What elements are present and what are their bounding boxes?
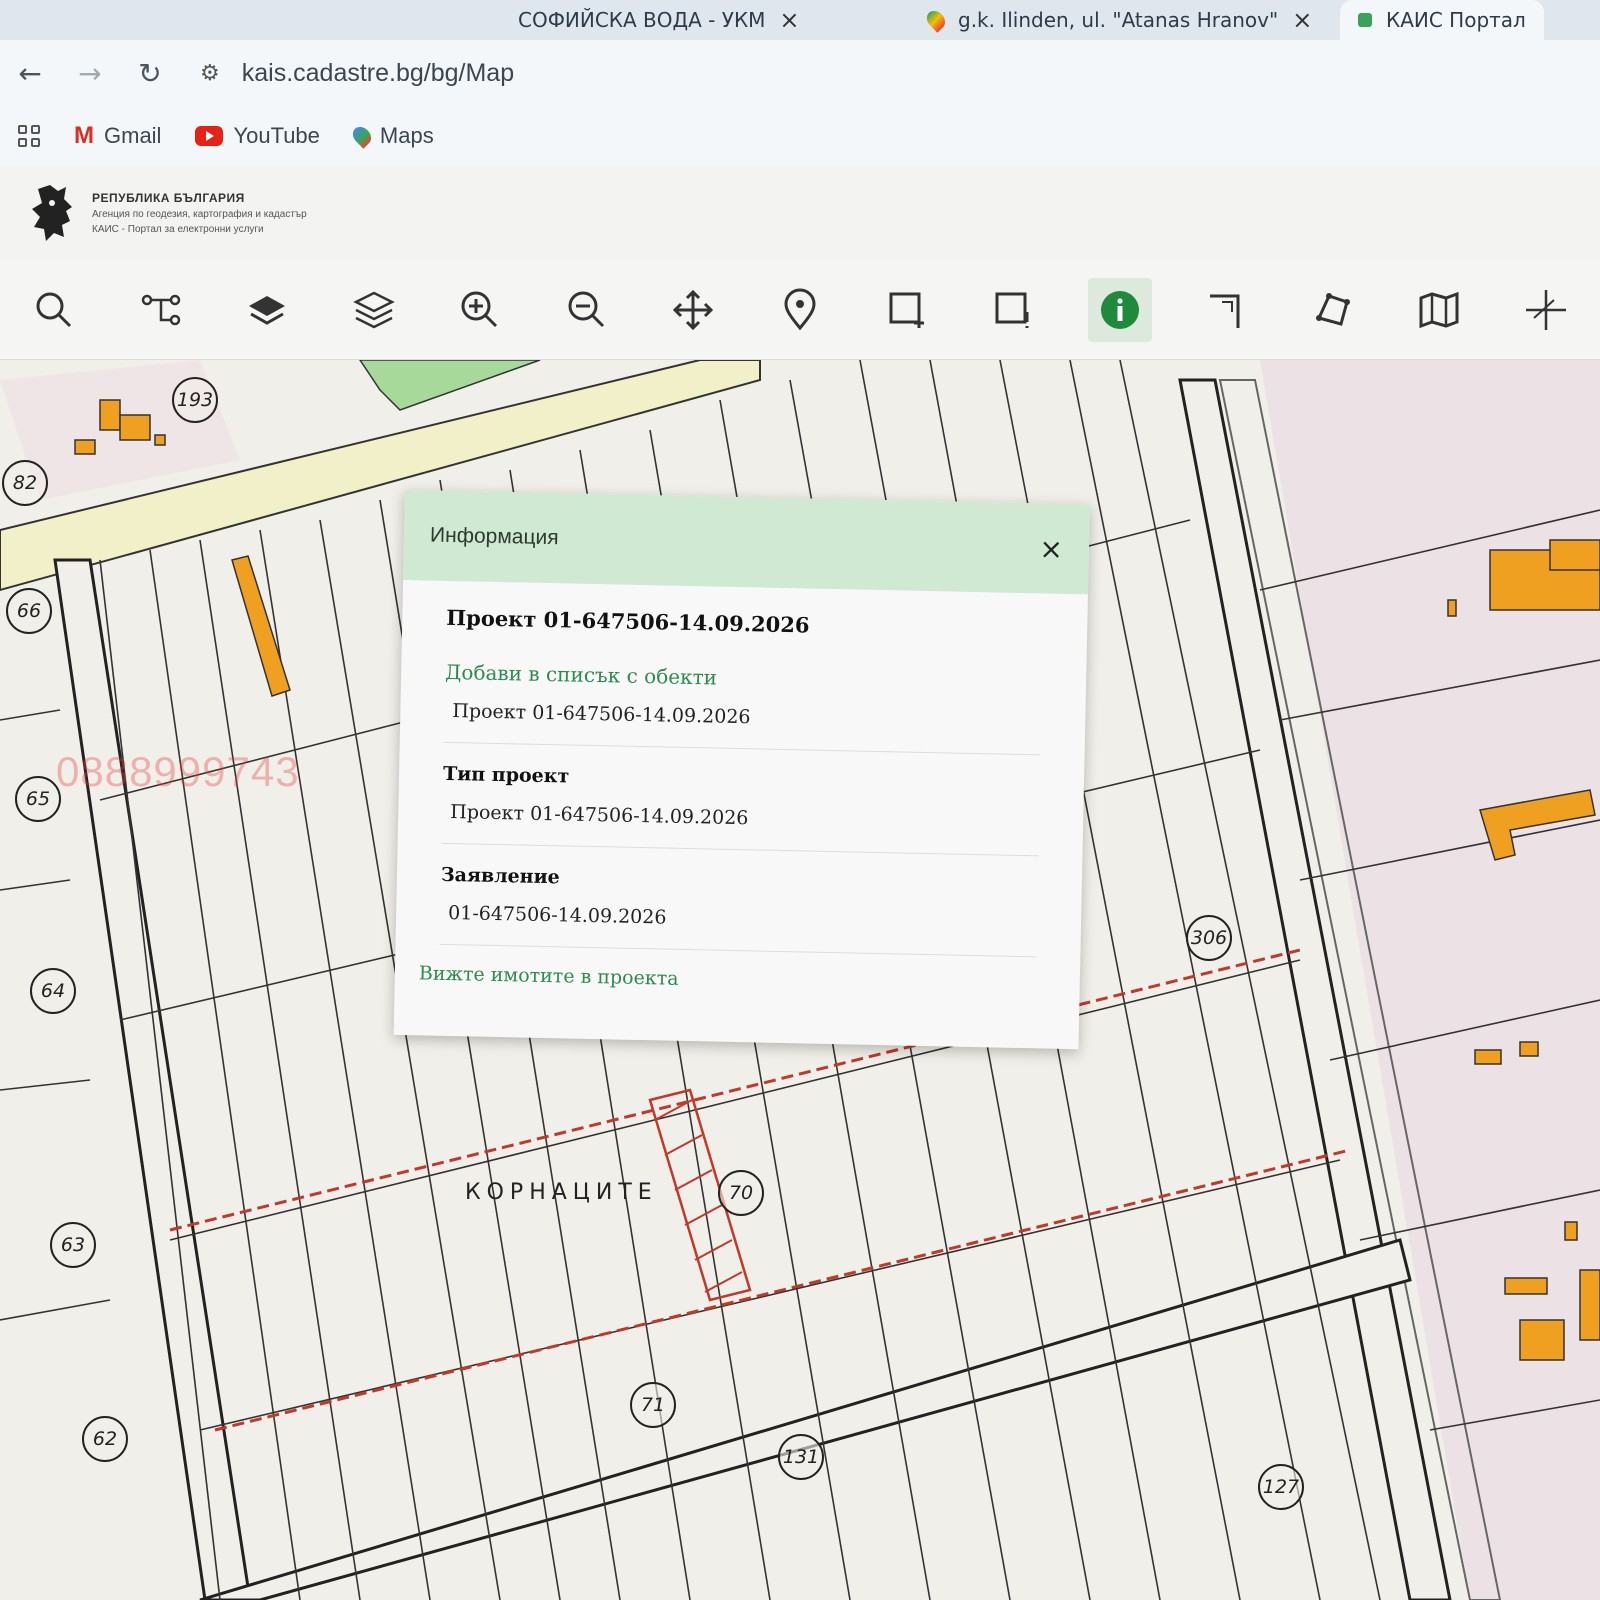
- plot-label[interactable]: 64: [30, 968, 76, 1014]
- location-pin-icon: [784, 288, 816, 330]
- location-tool[interactable]: [768, 278, 832, 342]
- measure-polygon-icon: [1315, 292, 1350, 326]
- dialog-title: Информация: [429, 523, 559, 550]
- apps-grid-icon[interactable]: [18, 125, 40, 147]
- pan-icon: [673, 289, 714, 330]
- measure-line-icon: [1210, 294, 1240, 328]
- search-icon: [36, 292, 72, 327]
- tab-close-icon[interactable]: ×: [779, 6, 799, 34]
- tab-title: СОФИЙСКА ВОДА - УКМ: [518, 8, 766, 32]
- bookmark-label: YouTube: [233, 123, 320, 148]
- map-toolbar: [0, 260, 1600, 360]
- tab-strip: СОФИЙСКА ВОДА - УКМ × g.k. Ilinden, ul. …: [0, 0, 1600, 40]
- phone-watermark: 0888999743: [56, 748, 300, 795]
- bookmark-label: Gmail: [104, 123, 162, 148]
- address-bar[interactable]: ⚙ kais.cadastre.bg/bg/Map: [200, 59, 514, 88]
- route-icon: [141, 294, 180, 325]
- tab-close-icon[interactable]: ×: [1292, 6, 1312, 34]
- tab-title: g.k. Ilinden, ul. "Atanas Hranov": [958, 8, 1279, 32]
- portal-title-block: РЕПУБЛИКА БЪЛГАРИЯ Агенция по геодезия, …: [92, 191, 307, 235]
- info-tool[interactable]: [1087, 277, 1152, 342]
- kais-favicon-icon: [1358, 13, 1372, 27]
- bookmark-gmail[interactable]: M Gmail: [74, 122, 161, 150]
- layers-outline-icon: [352, 291, 395, 328]
- zoom-in-tool[interactable]: [448, 278, 512, 342]
- zoom-out-icon: [568, 291, 604, 327]
- site-settings-icon[interactable]: ⚙: [200, 60, 220, 86]
- tab-kais-portal[interactable]: КАИС Портал: [1340, 0, 1544, 40]
- bookmark-maps[interactable]: Maps: [349, 123, 434, 149]
- dialog-body: Проект 01-647506-14.09.2026 Добави в спи…: [395, 580, 1088, 998]
- browser-toolbar: ← → ↻ ⚙ kais.cadastre.bg/bg/Map: [0, 40, 1600, 106]
- info-icon: [1100, 290, 1139, 329]
- maps-favicon-icon: [923, 7, 949, 33]
- crosshair-icon: [1525, 289, 1566, 330]
- plot-label[interactable]: 71: [630, 1382, 676, 1428]
- zoom-out-tool[interactable]: [555, 278, 619, 342]
- info-dialog: Информация × Проект 01-647506-14.09.2026…: [393, 490, 1090, 1050]
- plot-label[interactable]: 131: [778, 1434, 824, 1480]
- plot-label[interactable]: 62: [82, 1416, 128, 1462]
- plot-label[interactable]: 65: [15, 776, 61, 822]
- project-value: Проект 01-647506-14.09.2026: [443, 683, 1042, 756]
- plot-label[interactable]: 306: [1186, 915, 1232, 961]
- tab-sofiyska-voda[interactable]: СОФИЙСКА ВОДА - УКМ ×: [500, 0, 818, 40]
- coat-of-arms-logo[interactable]: [28, 181, 78, 245]
- measure-line-tool[interactable]: [1194, 278, 1258, 342]
- portal-line-3: КАИС - Портал за електронни услуги: [92, 224, 264, 235]
- bookmarks-bar: M Gmail YouTube Maps: [0, 106, 1600, 166]
- youtube-icon: [195, 126, 224, 146]
- measure-polygon-tool[interactable]: [1301, 278, 1365, 342]
- close-icon[interactable]: ×: [1039, 532, 1063, 565]
- portal-line-1: РЕПУБЛИКА БЪЛГАРИЯ: [92, 191, 245, 205]
- gmail-icon: M: [74, 122, 94, 149]
- portal-header: РЕПУБЛИКА БЪЛГАРИЯ Агенция по геодезия, …: [0, 166, 1600, 260]
- back-icon[interactable]: ←: [0, 57, 60, 90]
- plot-label[interactable]: 82: [2, 460, 48, 506]
- layers-list-tool[interactable]: [342, 278, 406, 342]
- project-title: Проект 01-647506-14.09.2026: [446, 604, 810, 638]
- search-tool[interactable]: [22, 278, 86, 342]
- base-map-tool[interactable]: [1407, 278, 1471, 342]
- plot-label[interactable]: 63: [50, 1222, 96, 1268]
- bookmark-label: Maps: [379, 123, 434, 148]
- select-rectangle-alt-tool[interactable]: [981, 278, 1045, 342]
- map-icon: [1419, 291, 1459, 328]
- layers-tool[interactable]: [235, 278, 299, 342]
- pan-tool[interactable]: [661, 278, 725, 342]
- dialog-header: Информация ×: [403, 490, 1090, 595]
- select-rectangle-icon: [889, 292, 924, 328]
- bookmark-youtube[interactable]: YouTube: [195, 123, 320, 149]
- project-type-value: Проект 01-647506-14.09.2026: [441, 784, 1040, 857]
- route-tool[interactable]: [129, 278, 193, 342]
- plot-label[interactable]: 70: [718, 1170, 764, 1216]
- forward-icon[interactable]: →: [60, 57, 120, 90]
- plot-label[interactable]: 193: [172, 377, 218, 423]
- zoom-in-icon: [461, 291, 498, 327]
- screen: СОФИЙСКА ВОДА - УКМ × g.k. Ilinden, ul. …: [0, 0, 1600, 1600]
- select-rectangle-alt-icon: [995, 292, 1029, 328]
- maps-icon: [349, 123, 375, 149]
- application-value: 01-647506-14.09.2026: [439, 885, 1038, 958]
- layers-filled-icon: [249, 295, 286, 325]
- locality-label: КОРНАЦИТЕ: [465, 1180, 658, 1205]
- plot-label[interactable]: 127: [1258, 1464, 1304, 1510]
- view-properties-link[interactable]: Вижте имотите в проекта: [419, 962, 1036, 997]
- reload-icon[interactable]: ↻: [120, 57, 180, 90]
- tab-title: КАИС Портал: [1386, 8, 1526, 32]
- tab-atanas-hranov[interactable]: g.k. Ilinden, ul. "Atanas Hranov" ×: [910, 0, 1330, 40]
- select-rectangle-tool[interactable]: [875, 278, 939, 342]
- url-text: kais.cadastre.bg/bg/Map: [241, 58, 515, 87]
- portal-line-2: Агенция по геодезия, картография и кадас…: [92, 209, 307, 220]
- plot-label[interactable]: 66: [6, 588, 52, 634]
- coordinates-tool[interactable]: [1514, 278, 1578, 342]
